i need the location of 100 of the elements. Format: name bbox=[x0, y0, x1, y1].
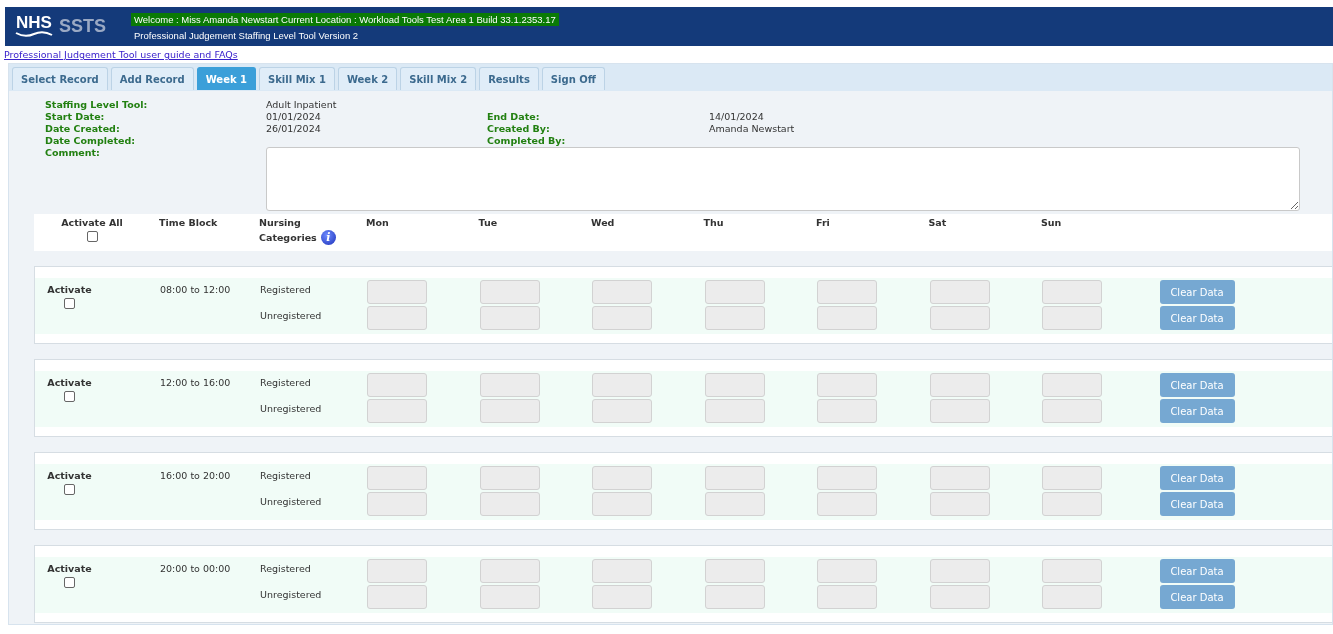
staff-count-field[interactable] bbox=[704, 280, 765, 304]
tab[interactable]: Select Record bbox=[12, 67, 108, 90]
staff-count-field[interactable] bbox=[592, 492, 652, 516]
tab[interactable]: Add Record bbox=[110, 67, 194, 90]
time-block-text: 12:00 to 16:00 bbox=[160, 377, 232, 390]
comment-field[interactable] bbox=[266, 147, 1300, 211]
field-label: Completed By: bbox=[487, 135, 567, 147]
staff-count-field[interactable] bbox=[929, 585, 990, 609]
tab[interactable]: Week 1 bbox=[196, 67, 256, 90]
staff-count-field[interactable] bbox=[479, 466, 540, 490]
column-header: Activate All bbox=[61, 217, 123, 228]
staff-count-field[interactable] bbox=[479, 306, 540, 330]
staff-count-field[interactable] bbox=[704, 306, 765, 330]
staff-count-field[interactable] bbox=[704, 585, 765, 609]
clear-data-button[interactable]: Clear Data bbox=[1159, 373, 1235, 397]
clear-data-button[interactable]: Clear Data bbox=[1159, 559, 1235, 583]
staff-count-field[interactable] bbox=[929, 306, 990, 330]
staff-count-field[interactable] bbox=[817, 585, 877, 609]
field-value: 14/01/2024 bbox=[709, 111, 765, 123]
field-label: Start Date: bbox=[45, 111, 106, 123]
staff-count-field[interactable] bbox=[367, 280, 427, 304]
tab[interactable]: Results bbox=[479, 67, 539, 90]
staff-count-field[interactable] bbox=[929, 559, 990, 583]
field-label: Date Created: bbox=[45, 123, 121, 135]
staff-count-field[interactable] bbox=[592, 559, 652, 583]
staff-count-field[interactable] bbox=[817, 373, 877, 397]
column-header: Time Block bbox=[159, 217, 219, 228]
staff-count-field[interactable] bbox=[1042, 585, 1102, 609]
staff-count-field[interactable] bbox=[817, 466, 877, 490]
clear-data-button[interactable]: Clear Data bbox=[1159, 399, 1235, 423]
info-icon[interactable]: i bbox=[320, 230, 336, 245]
staff-count-field[interactable] bbox=[592, 280, 652, 304]
category-label: Registered bbox=[260, 470, 312, 481]
column-header: Categories bbox=[259, 232, 317, 243]
staff-count-field[interactable] bbox=[929, 373, 990, 397]
staff-count-field[interactable] bbox=[367, 559, 427, 583]
activate-label: Activate bbox=[47, 563, 92, 574]
checkbox[interactable] bbox=[86, 231, 98, 242]
staff-count-field[interactable] bbox=[592, 399, 652, 423]
staff-count-field[interactable] bbox=[929, 466, 990, 490]
staff-count-field[interactable] bbox=[704, 559, 765, 583]
staff-count-field[interactable] bbox=[367, 492, 427, 516]
staff-count-field[interactable] bbox=[367, 466, 427, 490]
staff-count-field[interactable] bbox=[479, 280, 540, 304]
tab[interactable]: Skill Mix 2 bbox=[400, 67, 477, 90]
staff-count-field[interactable] bbox=[817, 306, 877, 330]
staff-count-field[interactable] bbox=[704, 373, 765, 397]
staff-count-field[interactable] bbox=[929, 280, 990, 304]
field-label: Created By: bbox=[487, 123, 551, 135]
staff-count-field[interactable] bbox=[1042, 373, 1102, 397]
column-header: Mon bbox=[366, 217, 390, 228]
staff-count-field[interactable] bbox=[479, 492, 540, 516]
staff-count-field[interactable] bbox=[817, 399, 877, 423]
staff-count-field[interactable] bbox=[929, 399, 990, 423]
checkbox[interactable] bbox=[64, 298, 75, 309]
staff-count-field[interactable] bbox=[817, 559, 877, 583]
staff-count-field[interactable] bbox=[1042, 306, 1102, 330]
staff-count-field[interactable] bbox=[479, 373, 540, 397]
staff-count-field[interactable] bbox=[1042, 399, 1102, 423]
category-label: Registered bbox=[260, 284, 312, 295]
tab[interactable]: Week 2 bbox=[337, 67, 398, 90]
staff-count-field[interactable] bbox=[704, 399, 765, 423]
staff-count-field[interactable] bbox=[704, 466, 765, 490]
staff-count-field[interactable] bbox=[592, 373, 652, 397]
staff-count-field[interactable] bbox=[367, 399, 427, 423]
checkbox[interactable] bbox=[64, 484, 75, 495]
staff-count-field[interactable] bbox=[592, 466, 652, 490]
staff-count-field[interactable] bbox=[479, 399, 540, 423]
staff-count-field[interactable] bbox=[479, 559, 540, 583]
tab[interactable]: Sign Off bbox=[541, 67, 605, 90]
staff-count-field[interactable] bbox=[367, 585, 427, 609]
column-header: Wed bbox=[591, 217, 616, 228]
clear-data-button[interactable]: Clear Data bbox=[1159, 466, 1235, 490]
staff-count-field[interactable] bbox=[817, 280, 877, 304]
field-label: End Date: bbox=[487, 111, 541, 123]
category-label: Unregistered bbox=[260, 310, 323, 321]
clear-data-button[interactable]: Clear Data bbox=[1159, 492, 1235, 516]
app-subtitle: Professional Judgement Staffing Level Tool Version 2 bbox=[133, 29, 359, 41]
time-block-text: 20:00 to 00:00 bbox=[160, 563, 232, 576]
staff-count-field[interactable] bbox=[367, 373, 427, 397]
clear-data-button[interactable]: Clear Data bbox=[1159, 306, 1235, 330]
staff-count-field[interactable] bbox=[704, 492, 765, 516]
staff-count-field[interactable] bbox=[817, 492, 877, 516]
staff-count-field[interactable] bbox=[1042, 280, 1102, 304]
guide-link[interactable]: Professional Judgement Tool user guide and FAQs bbox=[4, 49, 238, 60]
staff-count-field[interactable] bbox=[367, 306, 427, 330]
category-label: Unregistered bbox=[260, 496, 323, 507]
staff-count-field[interactable] bbox=[1042, 466, 1102, 490]
checkbox[interactable] bbox=[64, 577, 75, 588]
staff-count-field[interactable] bbox=[592, 585, 652, 609]
tab[interactable]: Skill Mix 1 bbox=[259, 67, 335, 90]
clear-data-button[interactable]: Clear Data bbox=[1159, 280, 1235, 304]
clear-data-button[interactable]: Clear Data bbox=[1159, 585, 1235, 609]
staff-count-field[interactable] bbox=[1042, 492, 1102, 516]
staff-count-field[interactable] bbox=[479, 585, 540, 609]
checkbox[interactable] bbox=[64, 391, 75, 402]
staff-count-field[interactable] bbox=[929, 492, 990, 516]
column-header: Sun bbox=[1041, 217, 1063, 228]
staff-count-field[interactable] bbox=[1042, 559, 1102, 583]
staff-count-field[interactable] bbox=[592, 306, 652, 330]
